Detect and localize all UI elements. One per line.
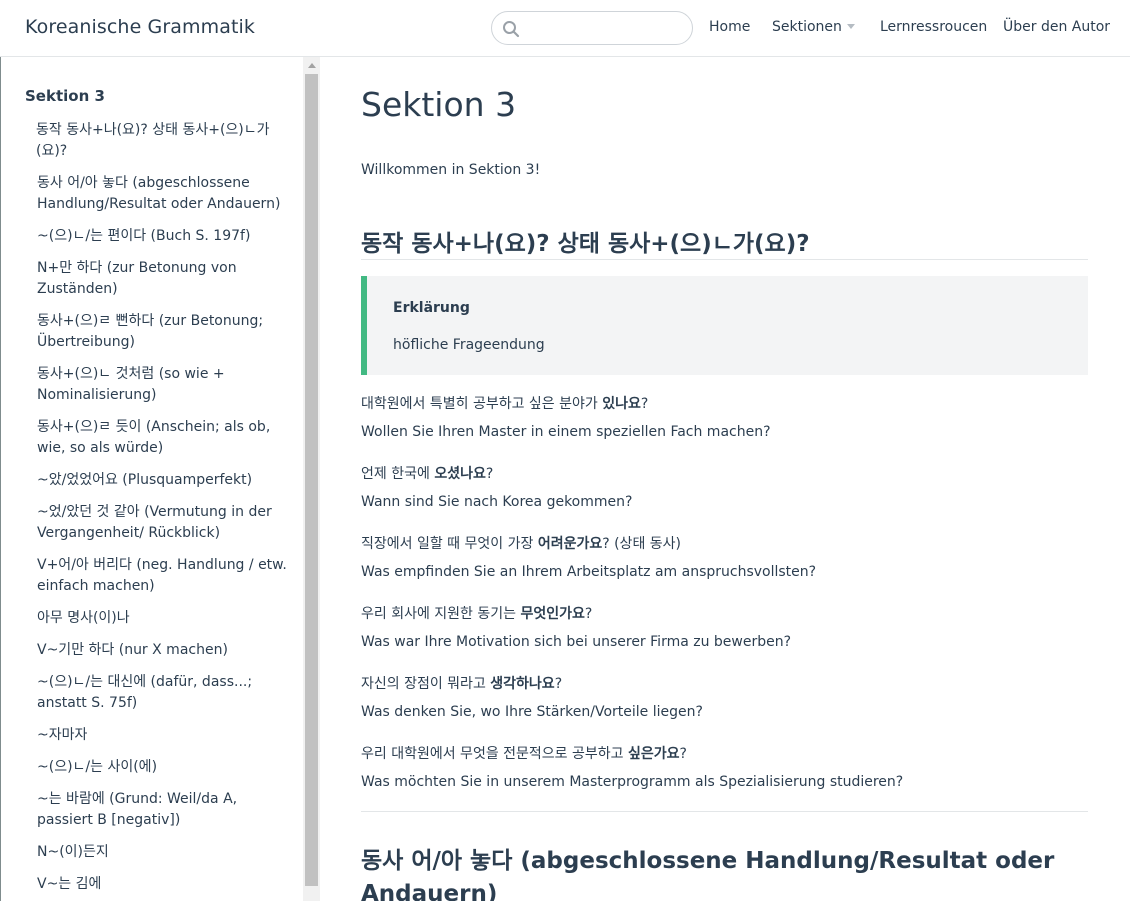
welcome-text: Willkommen in Sektion 3! <box>361 162 541 178</box>
example-korean-highlight: 어려운가요 <box>537 536 603 552</box>
example-korean-text: 우리 회사에 지원한 동기는 <box>361 606 521 622</box>
explanation-callout: Erklärung höfliche Frageendung <box>361 276 1088 375</box>
example-block: 언제 한국에 오셨나요? Wann sind Sie nach Korea ge… <box>361 460 1088 516</box>
nav-home[interactable]: Home <box>709 19 750 35</box>
sidebar-item[interactable]: 동사 어/아 놓다 (abgeschlossene Handlung/Resul… <box>37 173 287 215</box>
sidebar-item[interactable]: 아무 명사(이)나 <box>37 608 287 629</box>
top-navbar: Koreanische Grammatik Home Sektionen Ler… <box>0 0 1130 57</box>
search-input[interactable] <box>526 18 684 40</box>
callout-title: Erklärung <box>393 300 470 316</box>
example-korean: 직장에서 일할 때 무엇이 가장 어려운가요? (상태 동사) <box>361 530 1088 558</box>
callout-body: höfliche Frageendung <box>393 337 545 353</box>
heading-divider <box>361 259 1088 260</box>
sidebar-item[interactable]: ~(으)ㄴ/는 사이(에) <box>37 757 287 778</box>
search-box[interactable] <box>491 11 693 45</box>
sidebar-item[interactable]: V~는 김에 <box>37 874 287 895</box>
search-icon <box>503 21 520 38</box>
sidebar-item[interactable]: ~(으)ㄴ/는 대신에 (dafür, dass...; anstatt S. … <box>37 672 287 714</box>
example-block: 우리 대학원에서 무엇을 전문적으로 공부하고 싶은가요? Was möchte… <box>361 740 1088 796</box>
example-korean-highlight: 있나요 <box>602 396 641 412</box>
sidebar-item[interactable]: N~(이)든지 <box>37 842 287 863</box>
site-title[interactable]: Koreanische Grammatik <box>25 16 255 38</box>
example-korean-highlight: 무엇인가요 <box>520 606 585 622</box>
example-korean-suffix: ? <box>485 466 494 482</box>
sidebar-title[interactable]: Sektion 3 <box>25 87 105 105</box>
section-heading: 동작 동사+나(요)? 상태 동사+(으)ㄴ가(요)? <box>361 231 810 257</box>
example-block: 직장에서 일할 때 무엇이 가장 어려운가요? (상태 동사) Was empf… <box>361 530 1088 586</box>
example-korean-suffix: ? <box>679 746 687 762</box>
example-korean: 대학원에서 특별히 공부하고 싶은 분야가 있나요? <box>361 390 1088 418</box>
nav-lernressourcen[interactable]: Lernressroucen <box>880 19 987 35</box>
nav-sektionen[interactable]: Sektionen <box>772 19 842 35</box>
sidebar-item[interactable]: 동작 동사+나(요)? 상태 동사+(으)ㄴ가(요)? <box>36 120 287 162</box>
nav-about-author[interactable]: Über den Autor <box>1003 19 1110 35</box>
sidebar-item[interactable]: V~기만 하다 (nur X machen) <box>37 640 287 661</box>
sidebar-item[interactable]: 동사+(으)ㄹ 뻔하다 (zur Betonung; Übertreibung) <box>37 311 287 353</box>
example-german: Was empfinden Sie an Ihrem Arbeitsplatz … <box>361 564 817 580</box>
example-korean-text: 대학원에서 특별히 공부하고 싶은 분야가 <box>361 396 603 412</box>
sidebar-item[interactable]: ~었/았던 것 같아 (Vermutung in der Vergangenhe… <box>37 502 287 544</box>
sidebar: Sektion 3 동작 동사+나(요)? 상태 동사+(으)ㄴ가(요)? 동사… <box>1 57 303 901</box>
chevron-down-icon[interactable] <box>847 24 855 29</box>
example-korean: 우리 대학원에서 무엇을 전문적으로 공부하고 싶은가요? <box>361 740 1088 768</box>
section-heading: 동사 어/아 놓다 (abgeschlossene Handlung/Resul… <box>361 848 1055 901</box>
sidebar-item[interactable]: 동사+(으)ㄹ 듯이 (Anschein; als ob, wie, so al… <box>37 417 287 459</box>
main-content: Sektion 3 Willkommen in Sektion 3! 동작 동사… <box>320 57 1130 901</box>
example-korean-highlight: 오셨나요 <box>434 466 486 482</box>
page-title: Sektion 3 <box>361 85 517 124</box>
sidebar-item[interactable]: ~(으)ㄴ/는 편이다 (Buch S. 197f) <box>37 226 287 247</box>
example-german: Was war Ihre Motivation sich bei unserer… <box>361 634 792 650</box>
example-german: Wann sind Sie nach Korea gekommen? <box>361 494 633 510</box>
sidebar-item[interactable]: ~았/었었어요 (Plusquamperfekt) <box>37 470 287 491</box>
sidebar-item[interactable]: ~는 바람에 (Grund: Weil/da A, passiert B [ne… <box>37 789 287 831</box>
example-block: 자신의 장점이 뭐라고 생각하나요? Was denken Sie, wo Ih… <box>361 670 1088 726</box>
sidebar-item[interactable]: V+어/아 버리다 (neg. Handlung / etw. einfach … <box>37 555 287 597</box>
sidebar-item[interactable]: N+만 하다 (zur Betonung von Zuständen) <box>37 258 287 300</box>
example-korean: 우리 회사에 지원한 동기는 무엇인가요? <box>361 600 1088 628</box>
section-divider <box>361 811 1088 812</box>
scrollbar-thumb[interactable] <box>305 74 318 886</box>
example-korean-text: 직장에서 일할 때 무엇이 가장 <box>361 536 538 552</box>
sidebar-scrollbar[interactable] <box>303 57 320 901</box>
example-german: Was denken Sie, wo Ihre Stärken/Vorteile… <box>361 704 703 720</box>
example-korean: 언제 한국에 오셨나요? <box>361 460 1088 488</box>
sidebar-list: 동작 동사+나(요)? 상태 동사+(으)ㄴ가(요)? 동사 어/아 놓다 (a… <box>36 120 287 901</box>
example-korean-suffix: ? (상태 동사) <box>602 536 681 552</box>
example-korean-suffix: ? <box>640 396 649 412</box>
example-korean-text: 우리 대학원에서 무엇을 전문적으로 공부하고 <box>361 746 628 762</box>
example-korean-text: 언제 한국에 <box>361 466 435 482</box>
example-korean-highlight: 생각하나요 <box>490 676 555 692</box>
example-german: Was möchten Sie in unserem Masterprogram… <box>361 774 904 790</box>
example-korean-suffix: ? <box>554 676 563 692</box>
example-block: 우리 회사에 지원한 동기는 무엇인가요? Was war Ihre Motiv… <box>361 600 1088 656</box>
example-korean-text: 자신의 장점이 뭐라고 <box>361 676 491 692</box>
example-block: 대학원에서 특별히 공부하고 싶은 분야가 있나요? Wollen Sie Ih… <box>361 390 1088 446</box>
example-korean-highlight: 싶은가요 <box>627 746 680 762</box>
sidebar-item[interactable]: ~자마자 <box>37 725 287 746</box>
scroll-up-arrow-icon[interactable] <box>308 63 316 68</box>
example-korean: 자신의 장점이 뭐라고 생각하나요? <box>361 670 1088 698</box>
example-german: Wollen Sie Ihren Master in einem speziel… <box>361 424 771 440</box>
sidebar-item[interactable]: 동사+(으)ㄴ 것처럼 (so wie + Nominalisierung) <box>37 364 287 406</box>
example-korean-suffix: ? <box>584 606 593 622</box>
